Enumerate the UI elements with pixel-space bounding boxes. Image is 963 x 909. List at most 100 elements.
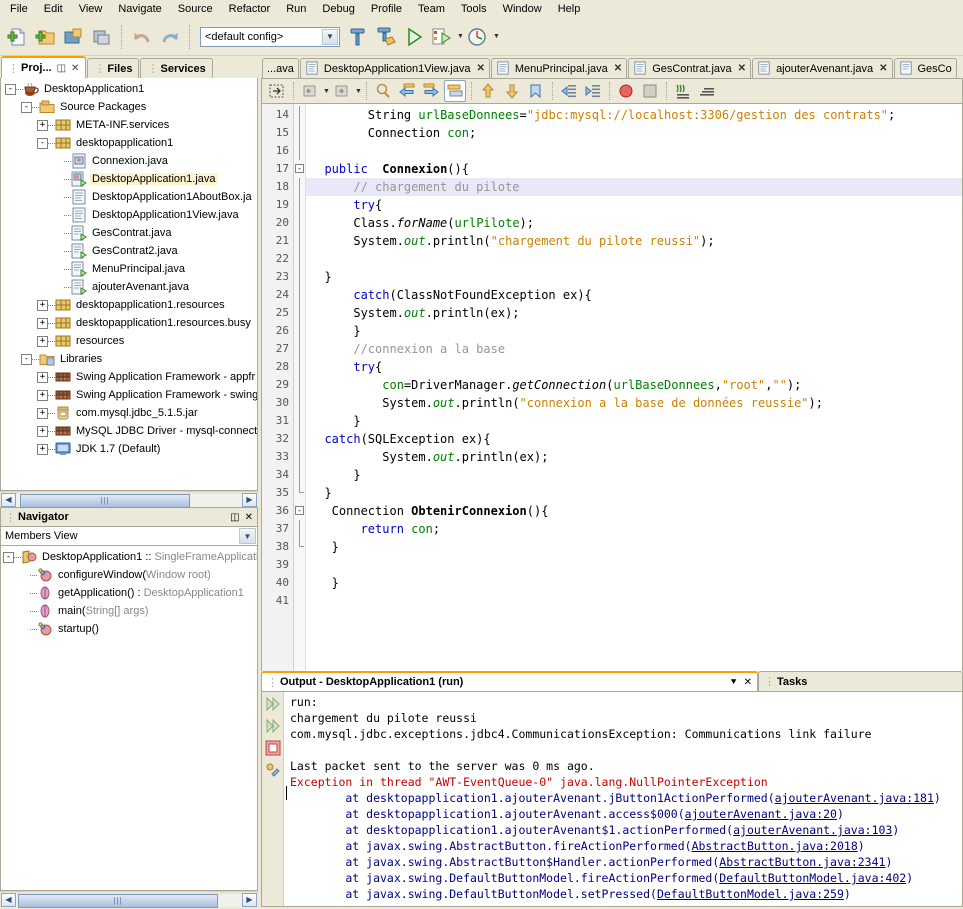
code-line[interactable]: con=DriverManager.getConnection(urlBaseD… bbox=[306, 376, 962, 394]
fold-marker[interactable] bbox=[294, 448, 305, 466]
tree-item[interactable]: + Swing Application Framework - appfr bbox=[3, 368, 257, 386]
projects-scroll-track[interactable]: ||| bbox=[16, 492, 242, 508]
editor-tab[interactable]: GesCo bbox=[893, 58, 957, 78]
navigator-hscrollbar[interactable]: ◀ ||| ▶ bbox=[0, 891, 258, 908]
code-line[interactable] bbox=[306, 250, 962, 268]
code-line[interactable]: return con; bbox=[306, 520, 962, 538]
scroll-left-icon[interactable]: ◀ bbox=[1, 892, 16, 907]
editor-tab[interactable]: ...ava bbox=[262, 58, 299, 78]
stacktrace-link[interactable]: AbstractButton.java:2341 bbox=[719, 855, 885, 869]
navigator-item[interactable]: main(String[] args) bbox=[1, 602, 257, 620]
output-line[interactable]: at desktopapplication1.ajouterAvenant.jB… bbox=[290, 790, 962, 806]
stacktrace-link[interactable]: ajouterAvenant.java:181 bbox=[775, 791, 934, 805]
previous-bookmark-icon[interactable] bbox=[477, 80, 499, 102]
expand-toggle-icon[interactable]: + bbox=[37, 299, 48, 311]
new-file-icon[interactable] bbox=[5, 24, 31, 50]
debug-project-icon[interactable] bbox=[429, 24, 455, 50]
last-edit-back-icon[interactable] bbox=[299, 80, 321, 102]
code-line[interactable]: public Connexion(){ bbox=[306, 160, 962, 178]
save-all-icon[interactable] bbox=[89, 24, 115, 50]
collapse-toggle-icon[interactable]: - bbox=[21, 353, 32, 365]
tree-item[interactable]: DesktopApplication1AboutBox.ja bbox=[3, 188, 257, 206]
code-line[interactable]: } bbox=[306, 574, 962, 592]
fold-marker[interactable] bbox=[294, 592, 305, 610]
fold-marker[interactable] bbox=[294, 556, 305, 574]
expand-toggle-icon[interactable]: + bbox=[37, 389, 48, 401]
stacktrace-link[interactable]: ajouterAvenant.java:103 bbox=[733, 823, 892, 837]
project-config-combo[interactable]: <default config> ▼ bbox=[200, 26, 340, 47]
navigator-item[interactable]: startup() bbox=[1, 620, 257, 638]
rerun-with-different-params-icon[interactable] bbox=[265, 718, 281, 734]
fold-marker[interactable]: - bbox=[294, 502, 305, 520]
fold-marker[interactable] bbox=[294, 466, 305, 484]
output-line[interactable]: at desktopapplication1.ajouterAvenant.ac… bbox=[290, 806, 962, 822]
fold-marker[interactable] bbox=[294, 322, 305, 340]
tree-item[interactable]: + desktopapplication1.resources.busy bbox=[3, 314, 257, 332]
close-icon[interactable]: ✕ bbox=[744, 677, 752, 688]
code-line[interactable]: Class.forName(urlPilote); bbox=[306, 214, 962, 232]
menu-source[interactable]: Source bbox=[170, 1, 221, 17]
start-macro-recording-icon[interactable] bbox=[672, 80, 694, 102]
run-project-icon[interactable] bbox=[401, 24, 427, 50]
fold-marker[interactable] bbox=[294, 178, 305, 196]
code-line[interactable]: catch(SQLException ex){ bbox=[306, 430, 962, 448]
toggle-breakpoint-icon[interactable] bbox=[615, 80, 637, 102]
tab-services[interactable]: ⋮ Services bbox=[140, 58, 213, 78]
fold-marker[interactable]: - bbox=[294, 160, 305, 178]
fold-marker[interactable] bbox=[294, 538, 305, 556]
tree-item[interactable]: Connexion.java bbox=[3, 152, 257, 170]
toggle-bookmark-icon[interactable] bbox=[525, 80, 547, 102]
output-line[interactable]: at javax.swing.DefaultButtonModel.fireAc… bbox=[290, 870, 962, 886]
code-line[interactable]: System.out.println("connexion a la base … bbox=[306, 394, 962, 412]
tab-output[interactable]: ⋮ Output - DesktopApplication1 (run) ⯆ ✕ bbox=[261, 671, 758, 691]
output-line[interactable]: at javax.swing.AbstractButton$Handler.ac… bbox=[290, 854, 962, 870]
fold-marker[interactable] bbox=[294, 574, 305, 592]
fold-marker[interactable] bbox=[294, 394, 305, 412]
collapse-toggle-icon[interactable]: - bbox=[37, 137, 48, 149]
tree-item[interactable]: DesktopApplication1View.java bbox=[3, 206, 257, 224]
tab-tasks[interactable]: ⋮ Tasks bbox=[758, 671, 963, 691]
expand-toggle-icon[interactable]: + bbox=[37, 335, 48, 347]
navigator-scroll-thumb[interactable]: ||| bbox=[18, 893, 218, 908]
navigator-item[interactable]: configureWindow(Window root) bbox=[1, 566, 257, 584]
stacktrace-link[interactable]: DefaultButtonModel.java:402 bbox=[719, 871, 906, 885]
collapse-toggle-icon[interactable]: - bbox=[5, 83, 16, 95]
tree-item[interactable]: GesContrat.java bbox=[3, 224, 257, 242]
open-project-icon[interactable] bbox=[61, 24, 87, 50]
profile-dropdown-caret-icon[interactable]: ▼ bbox=[493, 33, 500, 40]
code-line[interactable]: } bbox=[306, 412, 962, 430]
code-line[interactable]: //connexion a la base bbox=[306, 340, 962, 358]
code-editor[interactable]: 14 15 16 17 18 19 20 21 22 23 24 25 26 27 28 29 30 31 32 33… bbox=[261, 104, 963, 671]
build-project-icon[interactable] bbox=[345, 24, 371, 50]
stop-macro-recording-icon[interactable] bbox=[696, 80, 718, 102]
collapse-toggle-icon[interactable]: - bbox=[21, 101, 32, 113]
tree-item[interactable]: ajouterAvenant.java bbox=[3, 278, 257, 296]
expand-toggle-icon[interactable]: + bbox=[37, 407, 48, 419]
navigator-item[interactable]: getApplication() : DesktopApplication1 bbox=[1, 584, 257, 602]
fold-marker[interactable] bbox=[294, 196, 305, 214]
chevron-down-icon[interactable]: ▼ bbox=[323, 88, 330, 95]
tree-item[interactable]: + com.mysql.jdbc_5.1.5.jar bbox=[3, 404, 257, 422]
toggle-rectangular-selection-icon[interactable] bbox=[266, 80, 288, 102]
tree-item[interactable]: + Swing Application Framework - swing bbox=[3, 386, 257, 404]
chevron-down-icon[interactable]: ▼ bbox=[355, 88, 362, 95]
editor-tab[interactable]: DesktopApplication1View.java ✕ bbox=[299, 58, 490, 78]
tree-item[interactable]: + META-INF.services bbox=[3, 116, 257, 134]
fold-marker[interactable] bbox=[294, 124, 305, 142]
rerun-icon[interactable] bbox=[265, 696, 281, 712]
stop-icon[interactable] bbox=[639, 80, 661, 102]
collapse-toggle-icon[interactable]: - bbox=[3, 551, 14, 563]
toggle-highlight-search-icon[interactable] bbox=[443, 80, 466, 102]
fold-marker[interactable] bbox=[294, 304, 305, 322]
code-line[interactable]: catch(ClassNotFoundException ex){ bbox=[306, 286, 962, 304]
fold-marker[interactable] bbox=[294, 268, 305, 286]
fold-marker[interactable] bbox=[294, 520, 305, 538]
stacktrace-link[interactable]: ajouterAvenant.java:20 bbox=[685, 807, 837, 821]
fold-marker[interactable] bbox=[294, 412, 305, 430]
redo-icon[interactable] bbox=[157, 24, 183, 50]
tree-item[interactable]: - Source Packages bbox=[3, 98, 257, 116]
fold-marker[interactable] bbox=[294, 286, 305, 304]
code-line[interactable] bbox=[306, 556, 962, 574]
close-icon[interactable]: ✕ bbox=[879, 63, 887, 74]
fold-marker[interactable] bbox=[294, 430, 305, 448]
